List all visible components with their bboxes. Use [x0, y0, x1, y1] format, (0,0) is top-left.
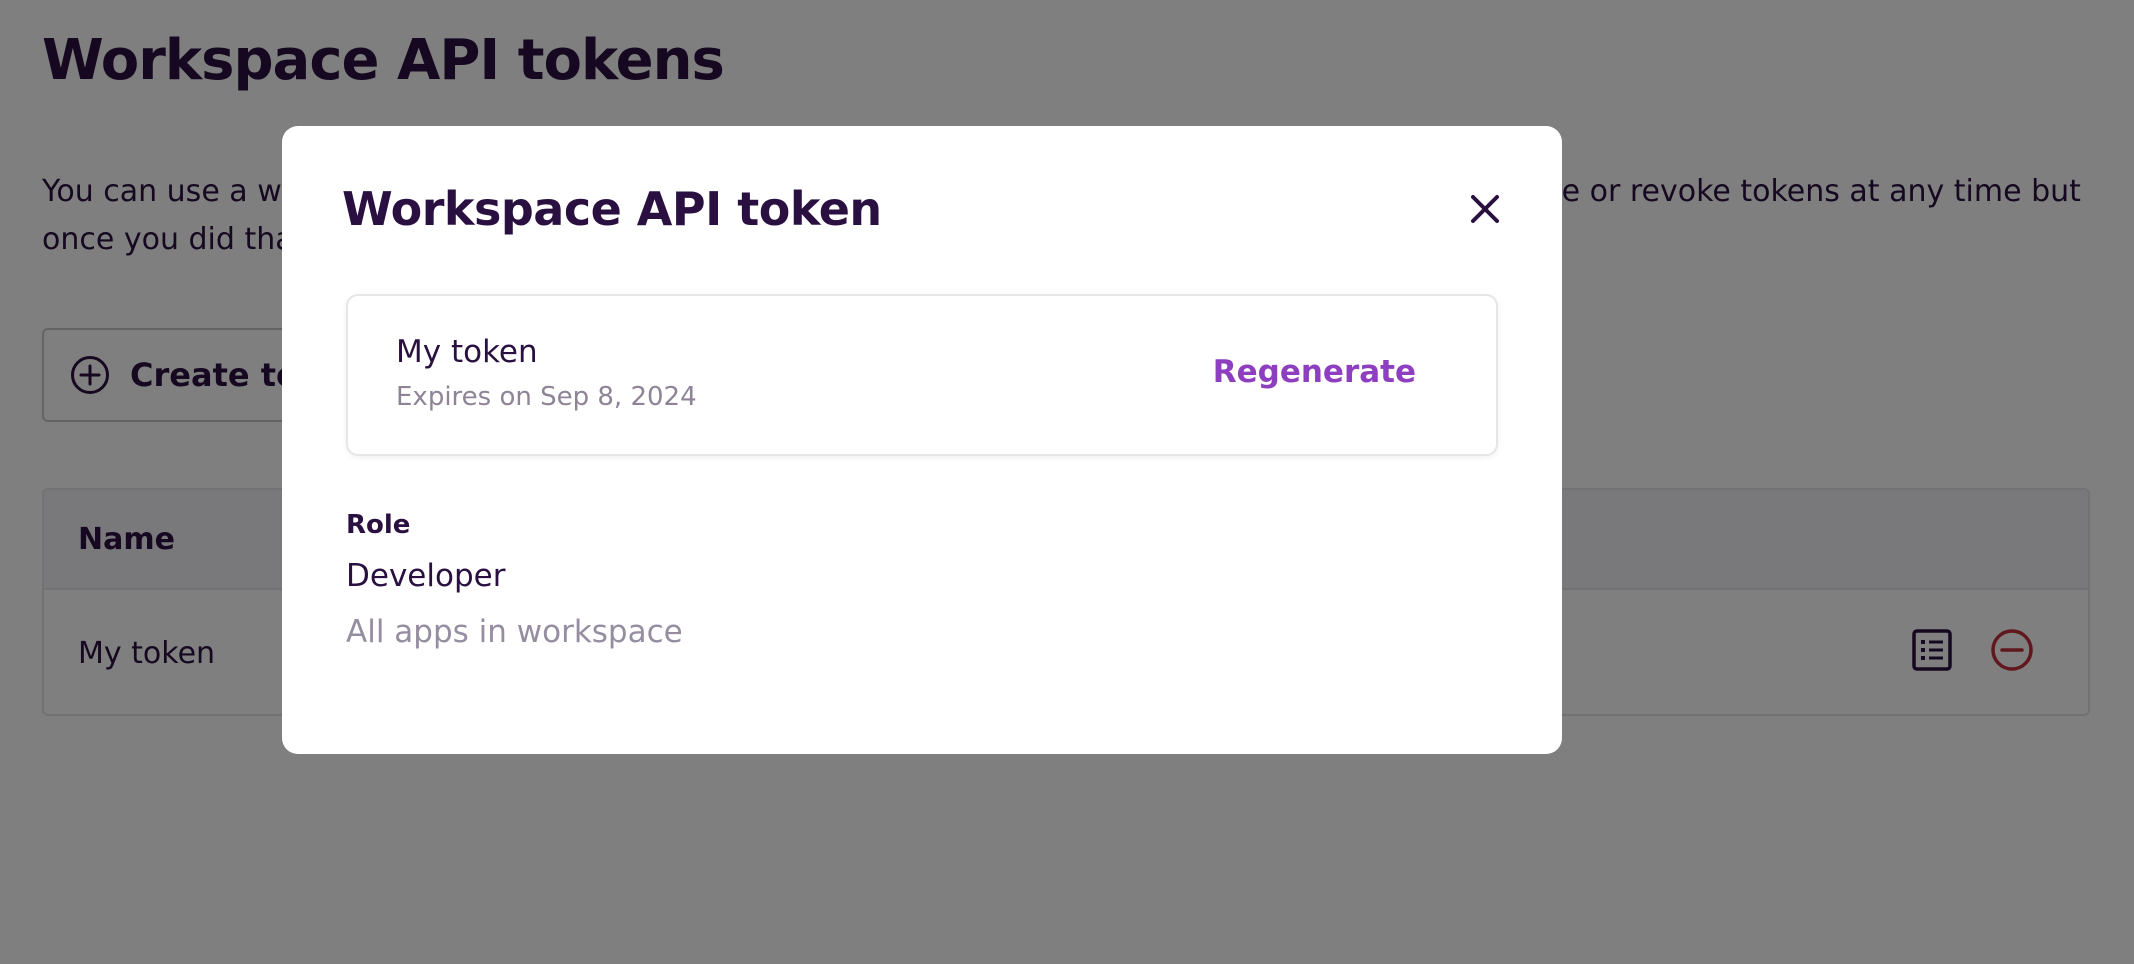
token-expiry: Expires on Sep 8, 2024: [396, 382, 697, 412]
role-scope: All apps in workspace: [346, 614, 683, 650]
workspace-api-tokens-page: Workspace API tokens You can use a works…: [0, 0, 2134, 964]
token-dialog: Workspace API token My token Expires on …: [282, 126, 1562, 754]
token-name: My token: [396, 334, 538, 370]
dialog-title: Workspace API token: [342, 182, 882, 236]
token-card: My token Expires on Sep 8, 2024 Regenera…: [346, 294, 1498, 456]
role-value: Developer: [346, 558, 506, 594]
regenerate-button[interactable]: Regenerate: [1213, 354, 1416, 390]
role-label: Role: [346, 510, 411, 540]
close-icon[interactable]: [1468, 192, 1502, 226]
